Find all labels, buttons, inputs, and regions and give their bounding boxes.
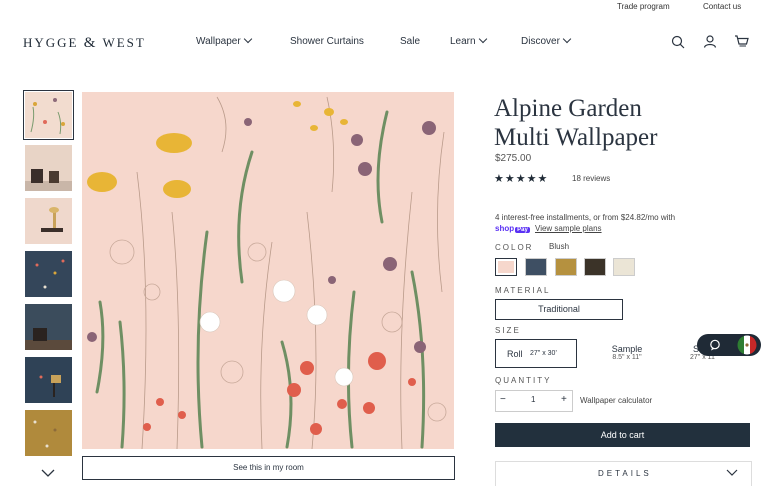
nav-learn-label: Learn xyxy=(450,36,476,47)
chevron-down-icon[interactable] xyxy=(40,468,56,478)
size-option-roll[interactable]: Roll 27" x 30' xyxy=(495,339,577,368)
thumbnail-navy-pattern-image xyxy=(25,251,72,297)
contact-us-link[interactable]: Contact us xyxy=(703,2,741,11)
thumbnail-navy-room-image xyxy=(25,304,72,350)
material-label: MATERIAL xyxy=(495,286,551,295)
wallpaper-calculator-link[interactable]: Wallpaper calculator xyxy=(580,396,652,405)
see-in-room-label: See this in my room xyxy=(233,463,304,472)
chevron-down-icon xyxy=(726,469,738,476)
add-to-cart-button[interactable]: Add to cart xyxy=(495,423,750,447)
nav-wallpaper-label: Wallpaper xyxy=(196,36,241,47)
quantity-increase-button[interactable]: + xyxy=(561,394,567,405)
color-selected-value: Blush xyxy=(549,242,570,251)
gallery-thumbnail[interactable] xyxy=(25,251,72,297)
quantity-stepper: − 1 + xyxy=(495,390,573,412)
nav-wallpaper[interactable]: Wallpaper xyxy=(196,34,252,47)
chat-bubble-icon xyxy=(710,339,720,351)
nav-learn[interactable]: Learn xyxy=(450,34,487,47)
nav-discover[interactable]: Discover xyxy=(521,34,572,47)
quantity-label: QUANTITY xyxy=(495,376,552,385)
size-roll-dim: 27" x 30' xyxy=(530,350,557,357)
nav-sale[interactable]: Sale xyxy=(400,36,420,47)
thumbnail-navy-room-image xyxy=(25,357,72,403)
size-roll-name: Roll xyxy=(507,349,523,359)
gallery-thumbnail[interactable] xyxy=(25,145,72,191)
installments-text: 4 interest-free installments, or from $2… xyxy=(495,213,676,222)
brand-logo[interactable]: HYGGE & WEST xyxy=(23,35,146,52)
color-label: COLOR xyxy=(495,243,534,252)
thumbnail-room-image xyxy=(25,198,72,244)
chevron-down-icon xyxy=(478,34,487,44)
swatch-blush[interactable] xyxy=(495,258,517,276)
size-option-sample[interactable]: Sample 8.5" x 11" xyxy=(592,344,662,368)
thumbnail-mustard-pattern-image xyxy=(25,410,72,456)
trade-program-link[interactable]: Trade program xyxy=(617,2,670,11)
quantity-value[interactable]: 1 xyxy=(531,395,535,404)
swatch-charcoal[interactable] xyxy=(584,258,606,276)
search-icon[interactable] xyxy=(671,35,685,49)
size-sample-dim: 8.5" x 11" xyxy=(612,354,642,361)
chat-widget-button[interactable] xyxy=(697,334,761,356)
logo-ampersand: & xyxy=(83,35,98,51)
chevron-down-icon xyxy=(243,34,252,44)
thumbnail-pattern-image xyxy=(25,92,72,138)
details-accordion[interactable]: DETAILS xyxy=(495,461,752,486)
main-product-image[interactable] xyxy=(82,92,454,449)
material-option-label: Traditional xyxy=(538,304,580,314)
nav-discover-label: Discover xyxy=(521,36,560,47)
shop-pay-text: shop xyxy=(495,224,515,233)
logo-text-left: HYGGE xyxy=(23,35,79,50)
size-label: SIZE xyxy=(495,326,521,335)
rating-stars[interactable]: ★★★★★ xyxy=(494,172,548,185)
nav-shower-curtains[interactable]: Shower Curtains xyxy=(290,36,364,47)
gallery-thumbnail[interactable] xyxy=(25,410,72,456)
swatch-navy[interactable] xyxy=(525,258,547,276)
details-label: DETAILS xyxy=(598,469,652,478)
logo-text-right: WEST xyxy=(102,35,146,50)
product-price: $275.00 xyxy=(495,153,532,164)
gallery-thumbnail[interactable] xyxy=(25,357,72,403)
product-title-line2: Multi Wallpaper xyxy=(494,124,658,151)
cart-icon[interactable] xyxy=(734,35,749,48)
product-title-line1: Alpine Garden xyxy=(494,95,642,122)
gallery-thumbnail[interactable] xyxy=(25,198,72,244)
account-icon[interactable] xyxy=(703,34,717,48)
mexico-flag-icon xyxy=(737,335,757,355)
swatch-mustard[interactable] xyxy=(555,258,577,276)
see-in-room-button[interactable]: See this in my room xyxy=(82,456,455,480)
swatch-cream[interactable] xyxy=(613,258,635,276)
quantity-decrease-button[interactable]: − xyxy=(500,394,506,405)
gallery-thumbnail[interactable] xyxy=(23,90,74,140)
size-sample-name: Sample xyxy=(611,344,643,354)
chevron-down-icon xyxy=(562,34,572,44)
view-sample-plans-link[interactable]: View sample plans xyxy=(535,224,602,233)
gallery-thumbnail[interactable] xyxy=(25,304,72,350)
reviews-link[interactable]: 18 reviews xyxy=(572,174,610,183)
shop-pay-badge: Pay xyxy=(515,227,530,233)
product-title: Alpine Garden Multi Wallpaper xyxy=(494,94,657,152)
shop-pay-logo: shop Pay xyxy=(495,224,530,233)
thumbnail-room-image xyxy=(25,145,72,191)
add-to-cart-label: Add to cart xyxy=(600,430,645,440)
material-option-traditional[interactable]: Traditional xyxy=(495,299,623,320)
